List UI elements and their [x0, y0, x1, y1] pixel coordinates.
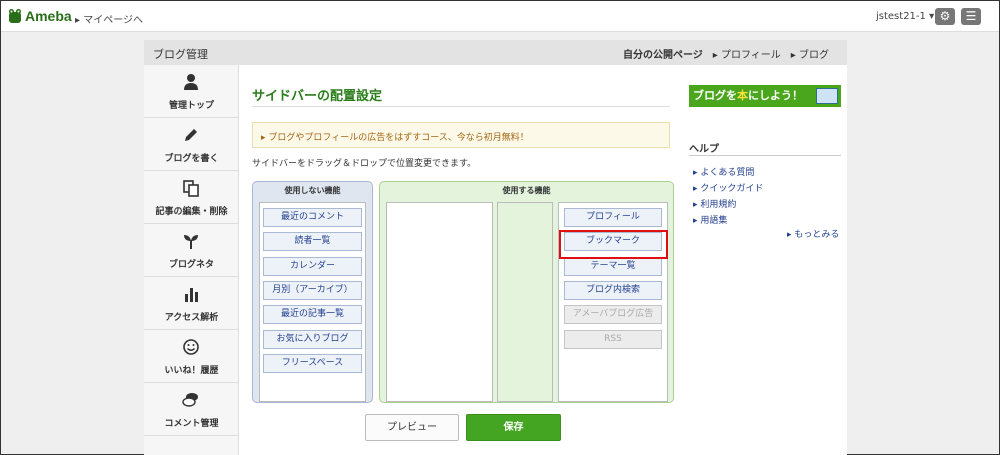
- circle-arrow-icon: ▸: [787, 230, 792, 240]
- used-column-left[interactable]: [386, 202, 493, 402]
- module-recent-posts[interactable]: 最近の記事一覧: [263, 305, 362, 324]
- logo-text: Ameba: [25, 8, 72, 24]
- section-title: サイドバーの配置設定: [252, 89, 383, 104]
- save-button[interactable]: 保存: [466, 414, 561, 441]
- sidebar-item-comments[interactable]: コメント管理: [144, 383, 239, 436]
- sidebar-item-label: いいね！履歴: [164, 366, 219, 376]
- sidebar-item-label: アクセス解析: [164, 313, 219, 323]
- unused-panel-header: 使用しない機能: [284, 186, 341, 195]
- sidebar-item-analytics[interactable]: アクセス解析: [144, 277, 239, 330]
- sidebar-item-label: ブログネタ: [168, 260, 214, 270]
- preview-button[interactable]: プレビュー: [365, 414, 459, 441]
- sidebar-item-label: 管理トップ: [168, 101, 214, 111]
- banner-text-pre: ブログを: [693, 89, 737, 102]
- sprout-icon: [182, 232, 200, 250]
- comment-icon: [182, 391, 200, 409]
- user-menu[interactable]: jstest21-1 ▾: [876, 11, 934, 22]
- module-calendar[interactable]: カレンダー: [263, 257, 362, 276]
- top-bar: Ameba ▸ マイページへ jstest21-1 ▾ ⚙ ☰: [1, 1, 999, 32]
- unused-modules-panel: 使用しない機能 最近のコメント 読者一覧 カレンダー 月別（アーカイブ） 最近の…: [252, 181, 373, 403]
- module-free-space[interactable]: フリースペース: [263, 354, 362, 373]
- used-column-middle[interactable]: [497, 202, 553, 402]
- module-theme-list[interactable]: テーマ一覧: [564, 257, 662, 276]
- module-profile[interactable]: プロフィール: [564, 208, 662, 227]
- sidebar-item-admin-top[interactable]: 管理トップ: [144, 65, 239, 118]
- used-modules-panel: 使用する機能 プロフィール ブックマーク テーマ一覧 ブログ内検索 アメーバブロ…: [379, 181, 674, 403]
- banner-text-hon: 本: [737, 89, 748, 102]
- module-ameba-ad: アメーバブログ広告: [564, 305, 662, 324]
- bookmark-highlight: [559, 230, 668, 259]
- sidebar-item-label: ブログを書く: [164, 154, 219, 164]
- module-favorite-blogs[interactable]: お気に入りブログ: [263, 330, 362, 349]
- smile-icon: [182, 338, 200, 356]
- gear-icon: ⚙: [939, 9, 951, 23]
- unused-modules-column[interactable]: 最近のコメント 読者一覧 カレンダー 月別（アーカイブ） 最近の記事一覧 お気に…: [259, 202, 366, 402]
- drag-drop-description: サイドバーをドラッグ＆ドロップで位置変更できます。: [252, 159, 477, 169]
- help-link-glossary[interactable]: ▸ 用語集: [693, 213, 727, 226]
- settings-button[interactable]: ⚙: [935, 8, 955, 25]
- blog-management-container: ブログ管理 自分の公開ページ ▸ プロフィール ▸ ブログ 管理トップ ブログを…: [144, 40, 847, 455]
- used-panel-header: 使用する機能: [502, 186, 551, 195]
- copy-icon: [182, 179, 200, 197]
- sidebar-item-write[interactable]: ブログを書く: [144, 118, 239, 171]
- profile-link[interactable]: ▸ プロフィール: [713, 46, 781, 61]
- more-link-label: もっとみる: [794, 230, 840, 240]
- blog-book-banner[interactable]: ブログを本にしよう！: [689, 85, 841, 107]
- help-title: ヘルプ: [689, 144, 719, 155]
- page-title: ブログ管理: [153, 48, 208, 61]
- module-monthly-archive[interactable]: 月別（アーカイブ）: [263, 281, 362, 300]
- sidebar-item-label: 記事の編集・削除: [155, 207, 228, 217]
- module-recent-comments[interactable]: 最近のコメント: [263, 208, 362, 227]
- blog-link[interactable]: ▸ ブログ: [791, 46, 829, 61]
- help-link-faq[interactable]: ▸ よくある質問: [693, 165, 754, 178]
- main-content: サイドバーの配置設定 ▸ ブログやプロフィールの広告をはずすコース、今なら初月無…: [240, 65, 680, 455]
- help-link-terms[interactable]: ▸ 利用規約: [693, 197, 736, 210]
- module-readers[interactable]: 読者一覧: [263, 232, 362, 251]
- mypage-link[interactable]: ▸ マイページへ: [75, 11, 143, 26]
- public-page-link[interactable]: 自分の公開ページ: [623, 46, 703, 61]
- person-icon: [182, 73, 200, 91]
- ameba-logo[interactable]: Ameba: [8, 8, 72, 24]
- more-link[interactable]: ▸ もっとみる: [787, 227, 839, 240]
- header-links: 自分の公開ページ ▸ プロフィール ▸ ブログ: [623, 46, 829, 61]
- pencil-icon: [182, 126, 200, 144]
- right-column: ブログを本にしよう！ ヘルプ ▸ よくある質問 ▸ クイックガイド ▸ 利用規約…: [689, 65, 847, 455]
- sidebar-item-blog-neta[interactable]: ブログネタ: [144, 224, 239, 277]
- page-header: ブログ管理 自分の公開ページ ▸ プロフィール ▸ ブログ: [144, 40, 847, 65]
- sidebar-item-label: コメント管理: [164, 419, 219, 429]
- module-blog-search[interactable]: ブログ内検索: [564, 281, 662, 300]
- title-divider: [252, 106, 670, 107]
- book-icon: [816, 88, 838, 104]
- sidebar-item-edit[interactable]: 記事の編集・削除: [144, 171, 239, 224]
- sidebar: 管理トップ ブログを書く 記事の編集・削除 ブログネタ アクセス解析 いいね！履…: [144, 65, 239, 455]
- sidebar-item-likes[interactable]: いいね！履歴: [144, 330, 239, 383]
- ad-notice[interactable]: ▸ ブログやプロフィールの広告をはずすコース、今なら初月無料！: [252, 122, 670, 148]
- help-link-quick-guide[interactable]: ▸ クイックガイド: [693, 181, 763, 194]
- help-divider: [689, 155, 841, 156]
- menu-button[interactable]: ☰: [961, 8, 981, 25]
- module-rss: RSS: [564, 330, 662, 349]
- bar-chart-icon: [182, 285, 200, 303]
- menu-icon: ☰: [965, 9, 977, 23]
- banner-text-post: にしよう！: [748, 89, 803, 102]
- ameba-frog-icon: [9, 9, 21, 23]
